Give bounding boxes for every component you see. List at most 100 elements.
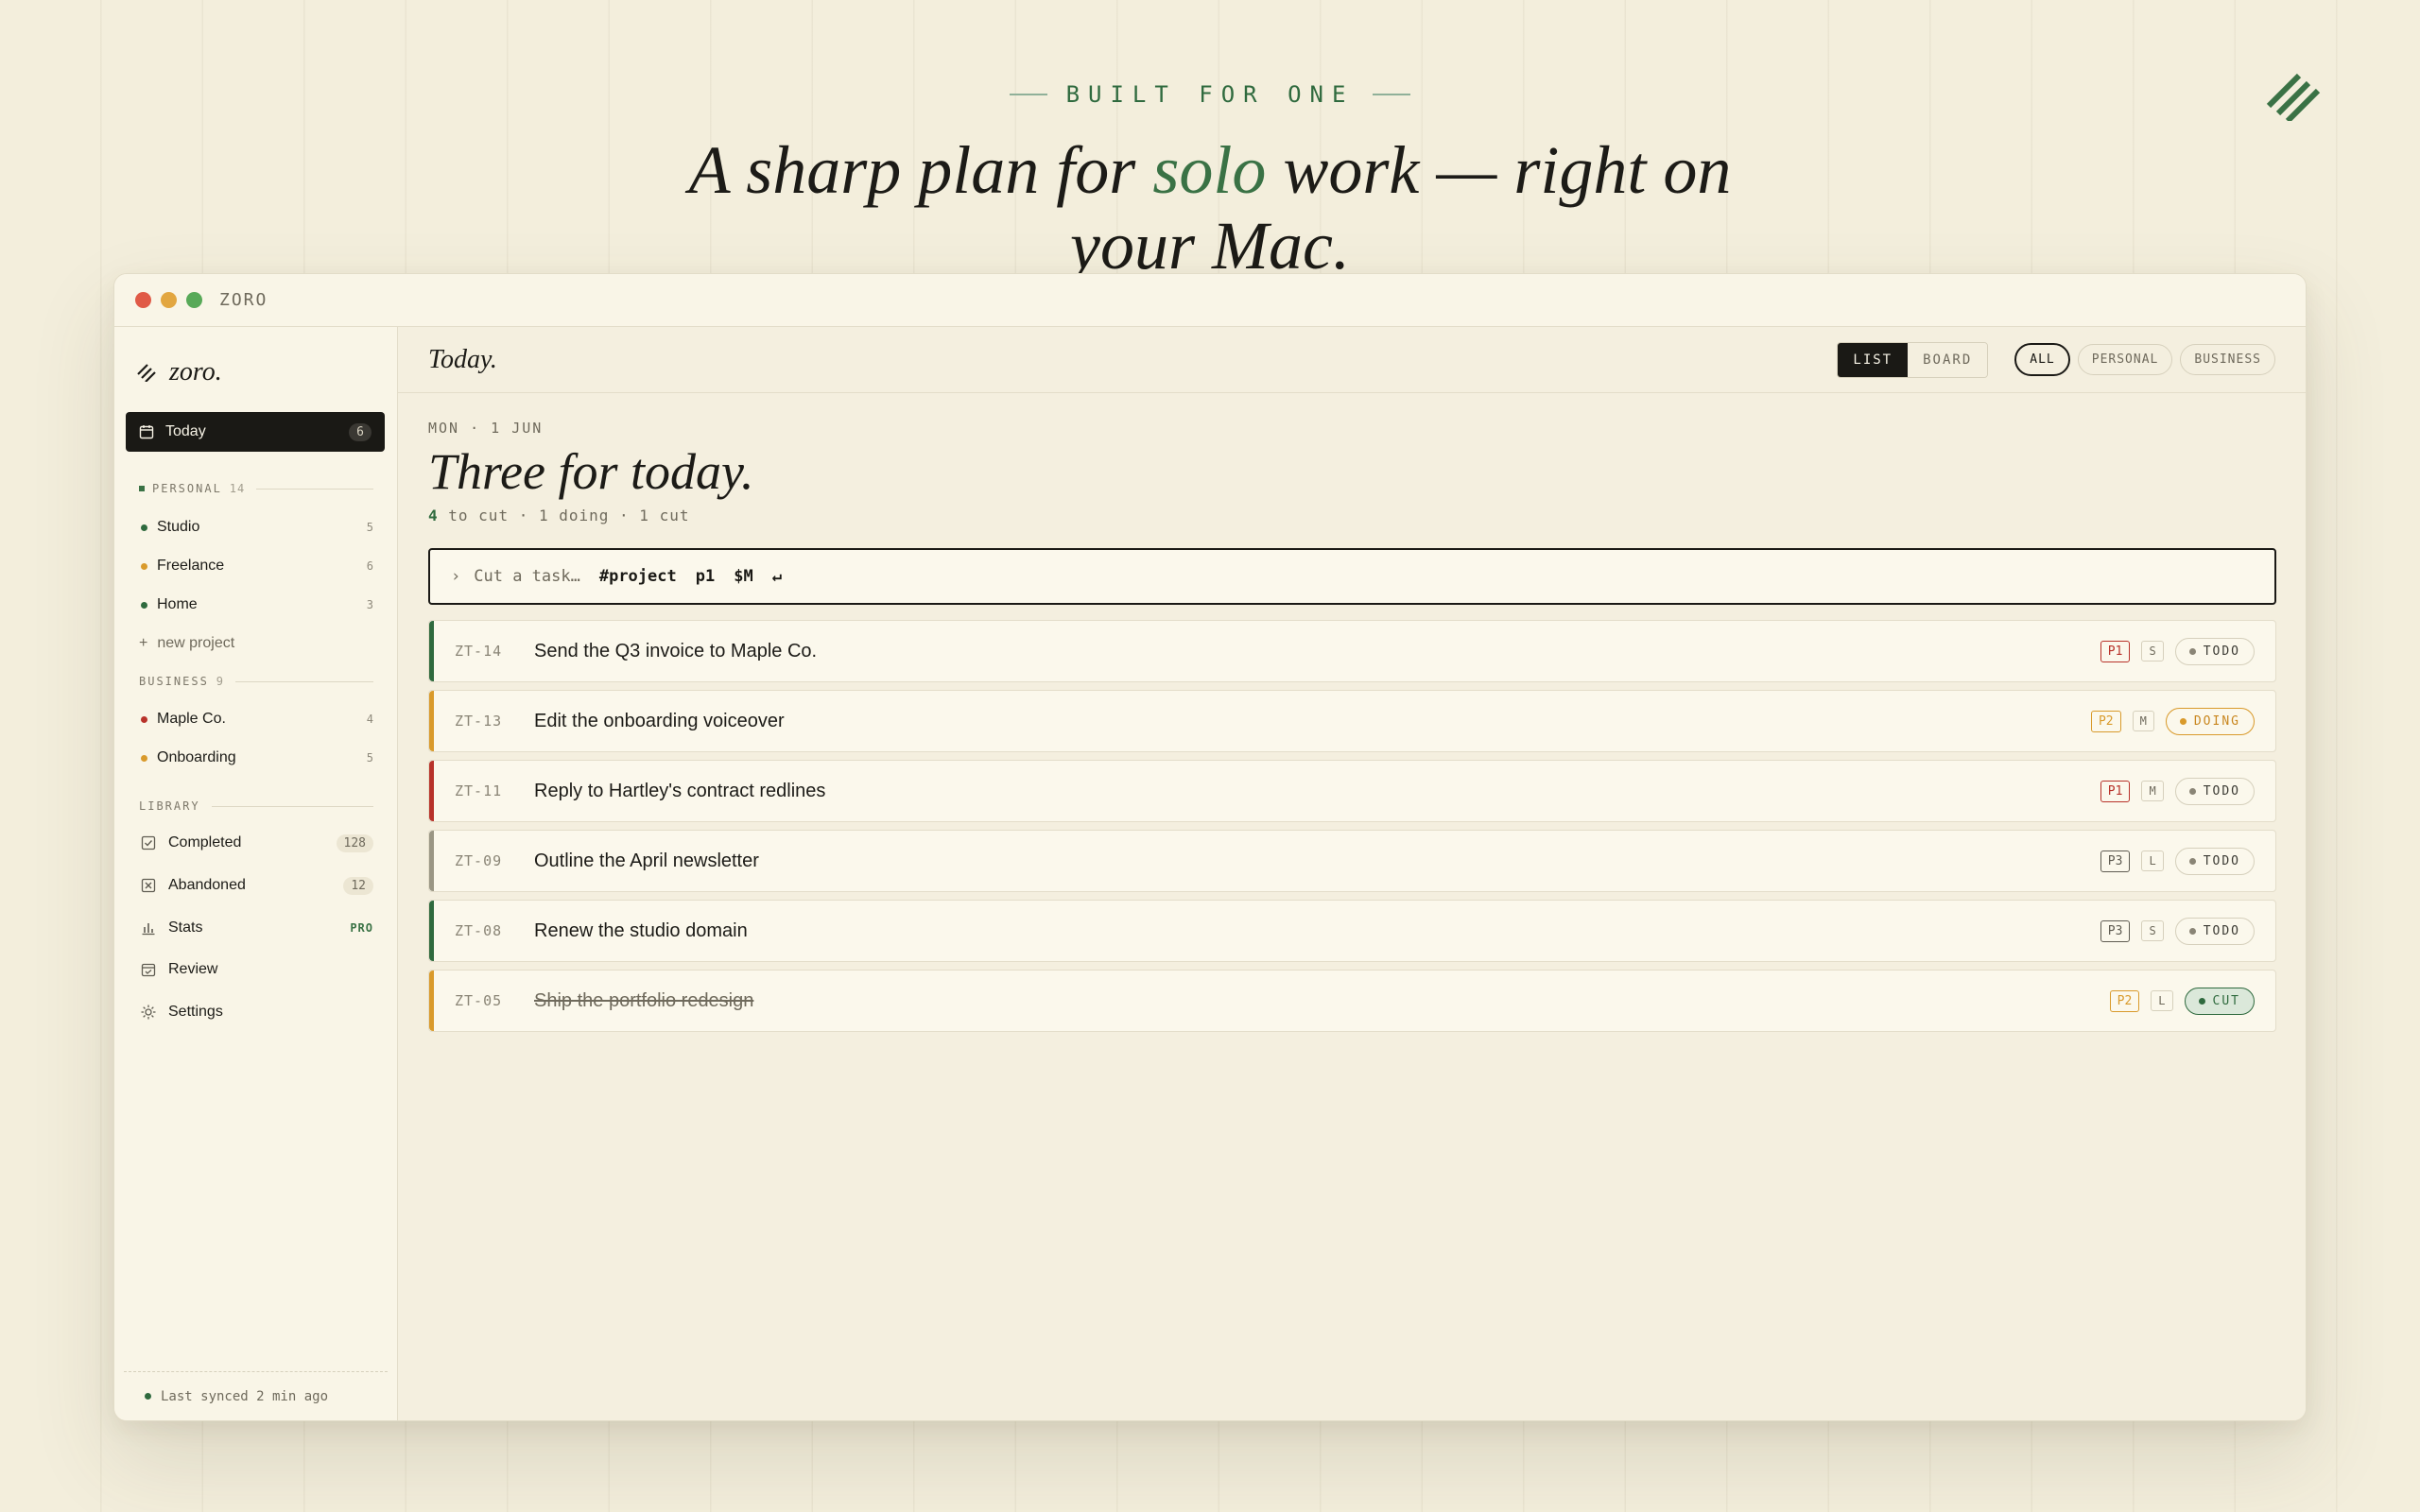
filter-all[interactable]: ALL — [2014, 343, 2070, 376]
hero-title-accent: solo — [1152, 132, 1267, 208]
status-label: TODO — [2203, 923, 2240, 938]
project-color-dot — [141, 524, 147, 531]
task-row[interactable]: ZT-09 Outline the April newsletter P3 L … — [428, 830, 2276, 892]
app-logo[interactable]: zoro. — [137, 357, 222, 387]
project-name: Home — [157, 596, 198, 612]
task-title: Edit the onboarding voiceover — [534, 710, 785, 731]
library-item-label: Stats — [168, 919, 203, 936]
sidebar-item-completed[interactable]: Completed 128 — [139, 833, 373, 852]
task-row[interactable]: ZT-08 Renew the studio domain P3 S TODO — [428, 900, 2276, 962]
sidebar-item-stats[interactable]: Stats PRO — [139, 919, 373, 937]
section-personal-label: PERSONAL — [152, 482, 222, 495]
section-business: BUSINESS 9 — [139, 675, 373, 688]
sync-status: Last synced 2 min ago — [124, 1371, 388, 1420]
project-count: 5 — [366, 751, 373, 765]
status-dot — [2188, 857, 2196, 865]
priority-tag[interactable]: P3 — [2100, 850, 2131, 872]
task-color-bar — [429, 901, 434, 961]
stats-rest: to cut · 1 doing · 1 cut — [438, 507, 690, 524]
sidebar-item-maple-co[interactable]: Maple Co. 4 — [139, 711, 373, 728]
eyebrow-text: BUILT FOR ONE — [1065, 81, 1355, 108]
chevron-right-icon: › — [451, 567, 461, 586]
status-badge[interactable]: DOING — [2165, 707, 2255, 735]
today-label: Today — [165, 423, 206, 439]
project-color-dot — [141, 715, 147, 723]
status-badge[interactable]: TODO — [2174, 777, 2255, 805]
view-list-button[interactable]: LIST — [1838, 342, 1909, 377]
priority-tag[interactable]: P1 — [2100, 640, 2131, 662]
view-board-button[interactable]: BOARD — [1908, 342, 1988, 377]
hero-title-before: A sharp plan for — [688, 132, 1153, 208]
sidebar-item-home[interactable]: Home 3 — [139, 596, 373, 613]
status-badge[interactable]: TODO — [2174, 637, 2255, 665]
checkbox-x-icon — [139, 876, 158, 895]
calendar-check-icon — [139, 960, 158, 979]
app-name: ZORO — [219, 290, 268, 310]
status-dot — [2188, 787, 2196, 795]
section-personal-count: 14 — [229, 482, 246, 495]
sidebar-item-onboarding[interactable]: Onboarding 5 — [139, 749, 373, 766]
quick-add-token-size: $M — [734, 567, 753, 586]
project-name: Maple Co. — [157, 711, 226, 727]
sidebar-item-today[interactable]: Today 6 — [126, 412, 385, 452]
size-tag[interactable]: S — [2141, 641, 2164, 662]
sidebar-item-settings[interactable]: Settings — [139, 1003, 373, 1022]
bar-chart-icon — [139, 919, 158, 937]
filter-personal[interactable]: PERSONAL — [2077, 344, 2173, 375]
priority-tag[interactable]: P3 — [2100, 919, 2131, 942]
priority-tag[interactable]: P1 — [2100, 780, 2131, 802]
size-tag[interactable]: M — [2132, 711, 2154, 731]
priority-tag[interactable]: P2 — [2090, 710, 2121, 732]
project-count: 3 — [366, 598, 373, 611]
status-label: DOING — [2193, 713, 2240, 729]
plus-icon: + — [139, 635, 148, 651]
library-item-label: Review — [168, 961, 218, 977]
size-tag[interactable]: M — [2141, 781, 2164, 801]
task-row[interactable]: ZT-14 Send the Q3 invoice to Maple Co. P… — [428, 620, 2276, 682]
section-divider — [235, 680, 373, 682]
status-badge[interactable]: TODO — [2174, 847, 2255, 875]
quick-add-input[interactable]: › Cut a task… #project p1 $M ↵ — [428, 548, 2276, 605]
sidebar-item-review[interactable]: Review — [139, 960, 373, 979]
status-badge[interactable]: TODO — [2174, 917, 2255, 945]
logo-slashes-icon — [137, 364, 156, 382]
quick-add-token-project: #project — [598, 567, 677, 586]
task-row[interactable]: ZT-13 Edit the onboarding voiceover P2 M… — [428, 690, 2276, 752]
size-tag[interactable]: L — [2151, 990, 2173, 1011]
filter-business[interactable]: BUSINESS — [2180, 344, 2275, 375]
project-count: 4 — [366, 713, 373, 726]
status-badge[interactable]: CUT — [2184, 987, 2255, 1015]
status-label: CUT — [2212, 993, 2240, 1008]
return-key-icon: ↵ — [771, 567, 782, 586]
status-label: TODO — [2203, 853, 2240, 868]
task-row[interactable]: ZT-05 Ship the portfolio redesign P2 L C… — [428, 970, 2276, 1032]
close-window-button[interactable] — [135, 292, 151, 308]
section-divider — [211, 805, 373, 807]
date-label: MON · 1 JUN — [428, 420, 544, 437]
task-id: ZT-11 — [455, 782, 503, 799]
priority-tag[interactable]: P2 — [2109, 989, 2140, 1012]
new-project-button[interactable]: + new project — [139, 635, 234, 652]
task-id: ZT-14 — [455, 643, 503, 660]
calendar-icon — [139, 425, 154, 439]
sidebar-item-freelance[interactable]: Freelance 6 — [139, 558, 373, 575]
project-count: 5 — [366, 521, 373, 534]
status-dot — [2188, 927, 2196, 935]
task-id: ZT-13 — [455, 713, 503, 730]
day-heading: Three for today. — [428, 443, 754, 500]
project-count: 6 — [366, 559, 373, 573]
titlebar: ZORO — [114, 274, 2306, 327]
sidebar-item-abandoned[interactable]: Abandoned 12 — [139, 876, 373, 895]
minimize-window-button[interactable] — [161, 292, 177, 308]
size-tag[interactable]: S — [2141, 920, 2164, 941]
pro-badge: PRO — [350, 921, 373, 935]
library-item-label: Completed — [168, 834, 242, 850]
task-color-bar — [429, 831, 434, 891]
task-row[interactable]: ZT-11 Reply to Hartley's contract redlin… — [428, 760, 2276, 822]
hero-title: A sharp plan for solo work — right on yo… — [662, 132, 1758, 284]
gear-icon — [139, 1003, 158, 1022]
size-tag[interactable]: L — [2141, 850, 2164, 871]
zoom-window-button[interactable] — [186, 292, 202, 308]
view-toggle: LIST BOARD — [1837, 341, 1989, 378]
sidebar-item-studio[interactable]: Studio 5 — [139, 519, 373, 536]
